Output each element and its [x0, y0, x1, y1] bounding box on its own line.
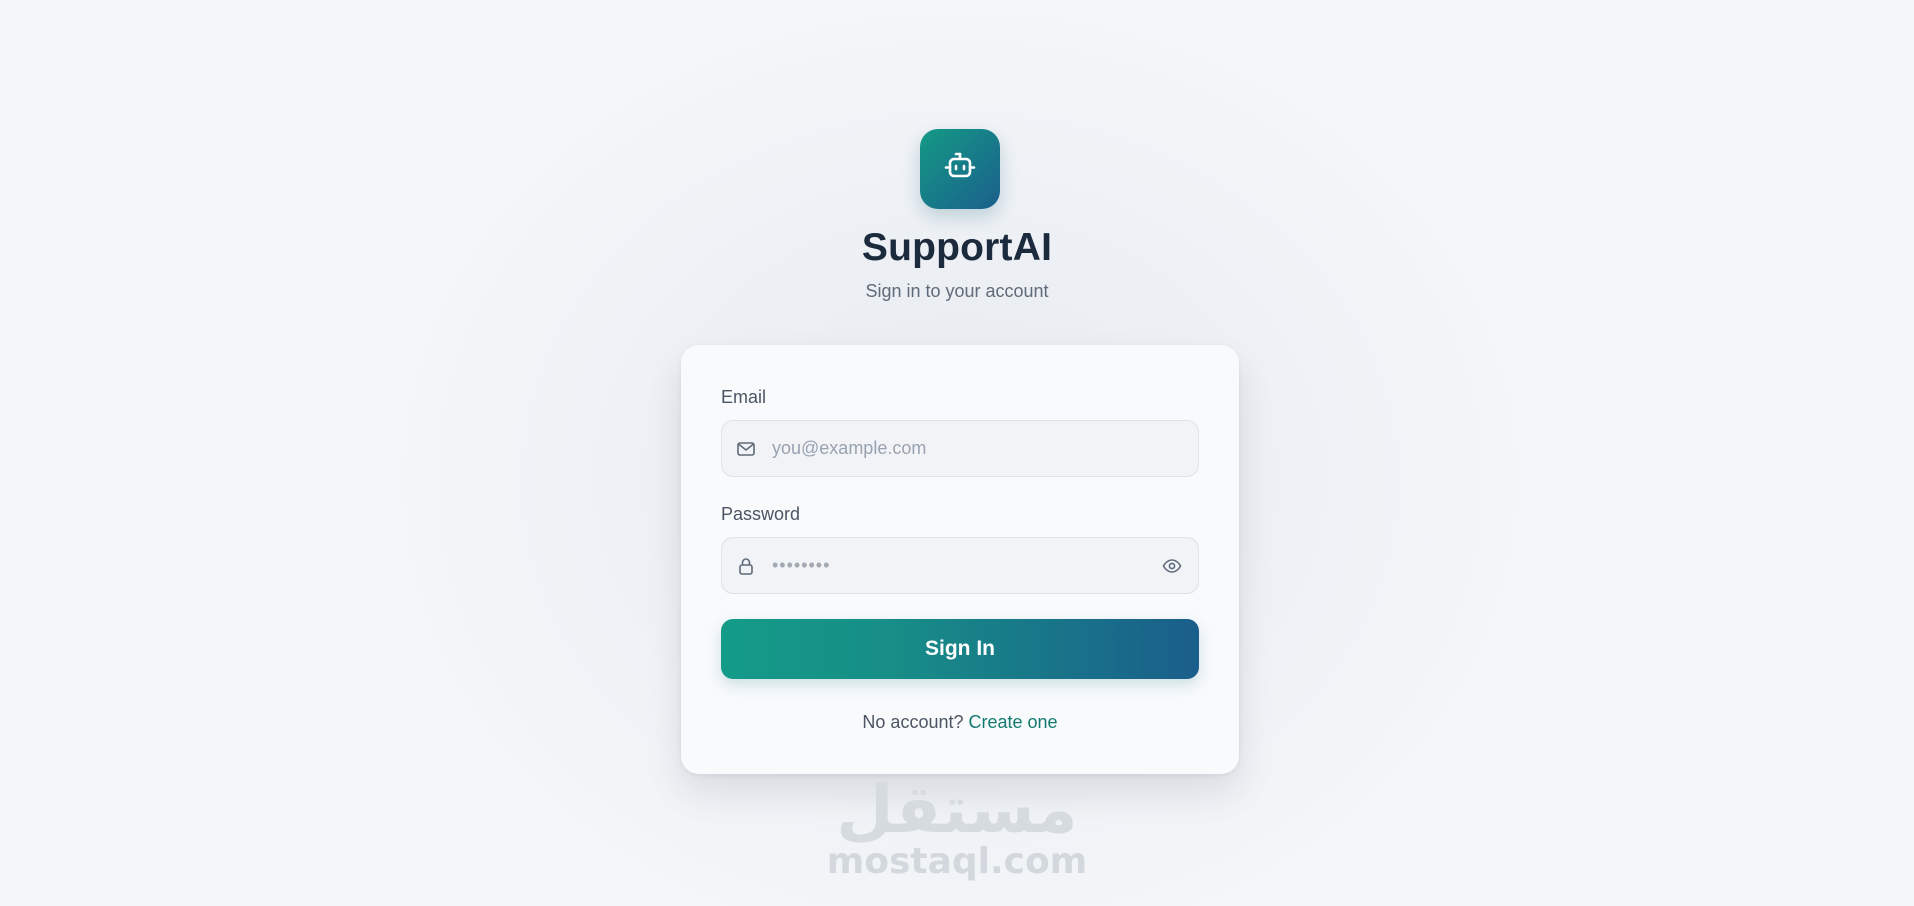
- watermark: مستقل mostaql.com: [0, 772, 1914, 882]
- create-account-link[interactable]: Create one: [969, 712, 1058, 732]
- page-subtitle: Sign in to your account: [865, 281, 1049, 301]
- signup-prompt: No account? Create one: [681, 712, 1239, 733]
- watermark-latin-text: mostaql.com: [826, 841, 1088, 882]
- email-label: Email: [721, 387, 767, 407]
- email-field-container: [721, 420, 1199, 477]
- login-card: Email Password: [681, 345, 1239, 774]
- robot-icon: [942, 149, 978, 190]
- password-label: Password: [721, 504, 801, 524]
- password-input[interactable]: [772, 538, 1160, 593]
- eye-icon[interactable]: [1160, 554, 1184, 578]
- no-account-text: No account?: [862, 712, 969, 732]
- login-page: SupportAI Sign in to your account Email …: [0, 0, 1914, 906]
- email-input[interactable]: [772, 421, 1198, 476]
- lock-icon: [735, 555, 757, 577]
- password-field-container: [721, 537, 1199, 594]
- mail-icon: [735, 438, 757, 460]
- brand-logo: [920, 129, 1000, 209]
- sign-in-button[interactable]: Sign In: [721, 619, 1199, 679]
- app-title: SupportAI: [861, 226, 1053, 269]
- watermark-arabic-text: مستقل: [836, 771, 1078, 848]
